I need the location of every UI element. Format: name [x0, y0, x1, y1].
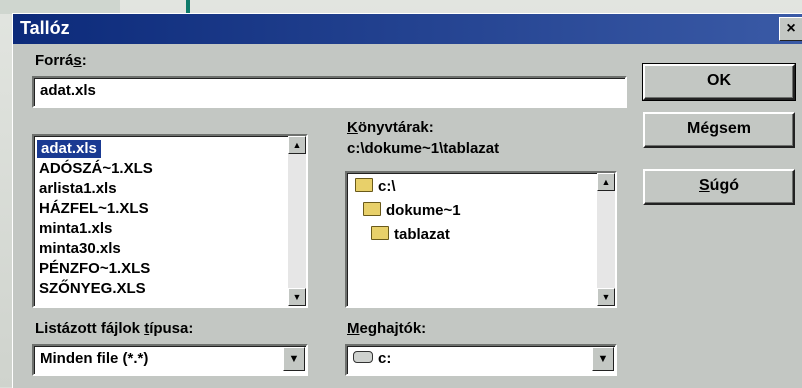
folder-item-dokume[interactable]: dokume~1	[363, 202, 461, 219]
title-bar: Tallóz ×	[13, 14, 802, 44]
chevron-down-icon[interactable]: ▼	[592, 347, 614, 371]
file-type-select[interactable]: Minden file (*.*) ▼	[32, 344, 308, 376]
file-list-item[interactable]: arlista1.xls	[39, 180, 117, 198]
current-path: c:\dokume~1\tablazat	[347, 140, 500, 157]
scroll-up-icon[interactable]: ▲	[597, 173, 615, 191]
folder-list[interactable]: c:\ dokume~1 tablazat ▲ ▼	[345, 171, 617, 308]
drive-icon	[353, 351, 373, 363]
dialog-title: Tallóz	[20, 18, 70, 38]
drives-label: Meghajtók:	[347, 320, 427, 337]
background-divider	[186, 0, 190, 14]
folders-label: Könyvtárak:	[347, 119, 434, 136]
browse-dialog: Tallóz × Forrás: adat.xls OK Mégsem Súgó…	[12, 13, 802, 388]
scroll-down-icon[interactable]: ▼	[597, 288, 615, 306]
folder-item-root[interactable]: c:\	[355, 178, 396, 195]
cancel-button[interactable]: Mégsem	[643, 112, 795, 148]
close-button[interactable]: ×	[779, 17, 802, 41]
file-list-item[interactable]: SZŐNYEG.XLS	[39, 280, 146, 298]
file-list-scrollbar[interactable]: ▲ ▼	[288, 136, 306, 306]
file-type-label: Listázott fájlok típusa:	[35, 320, 194, 337]
file-list-item[interactable]: adat.xls	[37, 140, 101, 158]
file-list-item[interactable]: HÁZFEL~1.XLS	[39, 200, 149, 218]
file-list-item[interactable]: minta1.xls	[39, 220, 112, 238]
file-list[interactable]: adat.xls ADÓSZÁ~1.XLS arlista1.xls HÁZFEL~1…	[32, 134, 308, 308]
drives-select[interactable]: c: ▼	[345, 344, 617, 376]
folder-icon	[363, 202, 381, 216]
file-list-item[interactable]: PÉNZFO~1.XLS	[39, 260, 150, 278]
chevron-down-icon[interactable]: ▼	[283, 347, 305, 371]
file-list-item[interactable]: minta30.xls	[39, 240, 121, 258]
source-input[interactable]: adat.xls	[32, 76, 627, 108]
drive-value: c:	[353, 350, 391, 367]
source-input-value: adat.xls	[40, 82, 96, 99]
folder-icon	[355, 178, 373, 192]
folder-list-scrollbar[interactable]: ▲ ▼	[597, 173, 615, 306]
file-type-value: Minden file (*.*)	[40, 350, 149, 367]
source-label: Forrás:	[35, 52, 87, 69]
folder-open-icon	[371, 226, 389, 240]
file-list-item[interactable]: ADÓSZÁ~1.XLS	[39, 160, 153, 178]
help-button[interactable]: Súgó	[643, 169, 795, 205]
background-spreadsheet-strip	[0, 0, 120, 14]
folder-item-tablazat[interactable]: tablazat	[371, 226, 450, 243]
scroll-up-icon[interactable]: ▲	[288, 136, 306, 154]
scroll-down-icon[interactable]: ▼	[288, 288, 306, 306]
ok-button[interactable]: OK	[642, 63, 796, 101]
